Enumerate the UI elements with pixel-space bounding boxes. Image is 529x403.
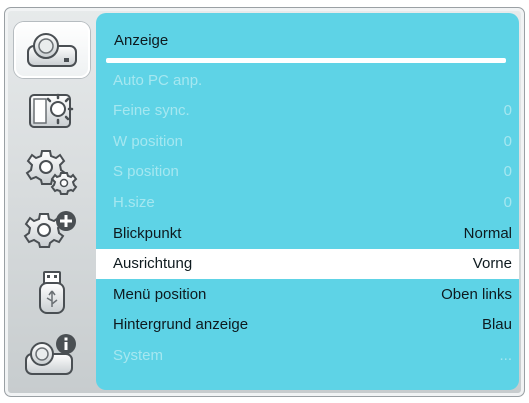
menu-row-value: Normal (463, 224, 512, 242)
menu-row-label: Menü position (113, 285, 207, 303)
menu-row-label: Auto PC anp. (113, 71, 203, 89)
advanced-gear-icon (23, 211, 76, 248)
menu-row-label: S position (113, 163, 179, 181)
menu-row-label: System (113, 346, 164, 364)
gear-icon (25, 150, 78, 195)
menu-row-label: Blickpunkt (113, 224, 182, 242)
menu-row-label: Hintergrund anzeige (113, 316, 249, 334)
menu-row-label: W position (113, 132, 184, 150)
usb-icon (39, 271, 65, 314)
settings-panel: Anzeige Auto PC anp. Feine sync. 0 W positi… (96, 13, 519, 390)
menu-row-background-display[interactable]: Hintergrund anzeige Blau (96, 310, 519, 340)
menu-row-system: System... (96, 340, 519, 370)
sidebar (5, 8, 97, 396)
menu-row-value: Blau (481, 316, 512, 334)
sidebar-item-usb[interactable] (14, 266, 90, 322)
menu-row-value: Vorne (472, 255, 512, 273)
menu-row-menu-position[interactable]: Menü position Oben links (96, 279, 519, 309)
projector-info-icon (25, 334, 76, 375)
menu-row-value: 0 (503, 102, 512, 120)
menu-row-h-size: H.size 0 (96, 187, 519, 217)
sidebar-item-advanced[interactable] (14, 205, 90, 261)
menu-row-aspect[interactable]: Blickpunkt Normal (96, 218, 519, 248)
menu-row-auto-pc-adjust: Auto PC anp. (96, 65, 519, 95)
menu-row-v-position: S position 0 (96, 157, 519, 187)
menu-row-label: Ausrichtung (113, 255, 193, 273)
title-divider (106, 58, 506, 63)
menu-row-label: Feine sync. (113, 102, 190, 120)
sidebar-item-information[interactable] (14, 327, 90, 383)
menu-row-value: Oben links (441, 285, 512, 303)
menu-row-h-position: W position 0 (96, 126, 519, 156)
sidebar-item-setup[interactable] (14, 144, 90, 200)
menu-row-value: 0 (503, 193, 512, 211)
menu-row-label: H.size (113, 193, 155, 211)
menu-row-value: 0 (503, 163, 512, 181)
panel-title: Anzeige (114, 32, 169, 49)
osd-window: Anzeige Auto PC anp. Feine sync. 0 W positi… (4, 7, 525, 397)
menu-row-value: 0 (503, 132, 512, 150)
menu-row-fine-sync: Feine sync. 0 (96, 96, 519, 126)
sidebar-item-display[interactable] (14, 22, 90, 78)
sidebar-item-picture[interactable] (14, 83, 90, 139)
brightness-picture-icon (29, 93, 74, 128)
projector-icon (27, 33, 77, 67)
menu-row-orientation[interactable]: Ausrichtung Vorne (96, 248, 519, 279)
menu-row-value: ... (499, 346, 512, 364)
